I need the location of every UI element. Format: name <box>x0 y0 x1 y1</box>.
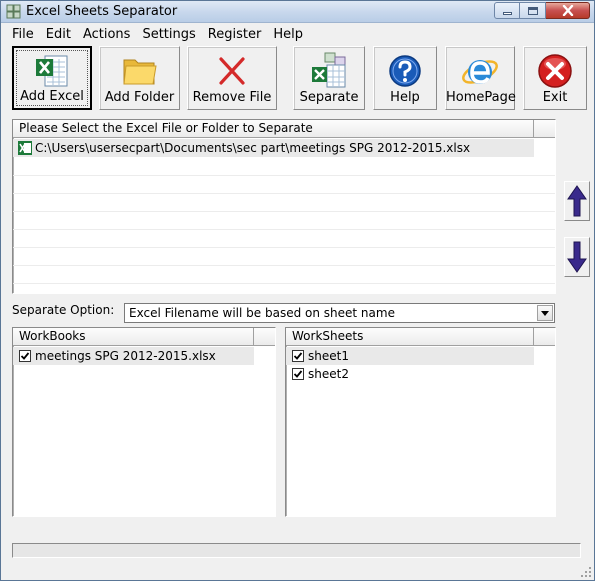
checkmark-icon <box>293 370 303 378</box>
checkmark-icon <box>20 352 30 360</box>
checkmark-icon <box>293 352 303 360</box>
exit-button[interactable]: Exit <box>523 46 587 110</box>
separate-option-label: Separate Option: <box>12 303 115 317</box>
separate-label: Separate <box>299 90 359 105</box>
menu-edit[interactable]: Edit <box>40 24 77 45</box>
workbooks-list[interactable]: WorkBooks meetings SPG 2012-2015.xlsx <box>12 327 276 517</box>
menu-bar: File Edit Actions Settings Register Help <box>2 24 593 45</box>
menu-settings[interactable]: Settings <box>136 24 201 45</box>
move-down-button[interactable] <box>564 237 590 277</box>
menu-help[interactable]: Help <box>267 24 309 45</box>
minimize-icon <box>502 11 512 15</box>
move-up-button[interactable] <box>564 181 590 221</box>
workbooks-column-header[interactable]: WorkBooks <box>13 328 254 346</box>
separate-option-value: Excel Filename will be based on sheet na… <box>129 306 395 320</box>
help-icon <box>385 51 425 91</box>
worksheets-list[interactable]: WorkSheets sheet1 sheet2 <box>285 327 556 517</box>
title-bar[interactable]: Excel Sheets Separator <box>1 1 594 23</box>
file-list[interactable]: Please Select the Excel File or Folder t… <box>12 119 556 294</box>
menu-actions[interactable]: Actions <box>77 24 137 45</box>
resize-grip-icon[interactable] <box>580 566 592 578</box>
file-path: C:\Users\usersecpart\Documents\sec part\… <box>35 141 471 155</box>
menu-register[interactable]: Register <box>202 24 268 45</box>
menu-file[interactable]: File <box>6 24 40 45</box>
workbook-checkbox[interactable] <box>19 350 31 362</box>
remove-file-button[interactable]: Remove File <box>187 46 277 110</box>
file-list-column-header[interactable]: Please Select the Excel File or Folder t… <box>13 120 534 138</box>
browser-e-icon <box>460 51 500 91</box>
chevron-down-icon <box>541 310 549 316</box>
add-folder-button[interactable]: Add Folder <box>99 46 180 110</box>
worksheet-name: sheet2 <box>308 367 349 381</box>
app-window: Excel Sheets Separator File Edit Actions… <box>0 0 595 581</box>
file-list-column-blank <box>534 120 555 138</box>
window-title: Excel Sheets Separator <box>26 4 178 19</box>
worksheet-item[interactable]: sheet1 <box>286 347 534 365</box>
help-button[interactable]: Help <box>373 46 437 110</box>
worksheets-column-header[interactable]: WorkSheets <box>286 328 534 346</box>
homepage-label: HomePage <box>446 90 516 105</box>
add-excel-label: Add Excel <box>20 89 84 104</box>
maximize-button[interactable] <box>520 2 546 19</box>
worksheets-column-blank <box>534 328 555 346</box>
workbooks-header: WorkBooks <box>13 328 275 346</box>
exit-icon <box>535 51 575 91</box>
separate-button[interactable]: Separate <box>293 46 365 110</box>
exit-label: Exit <box>542 90 568 105</box>
add-folder-label: Add Folder <box>104 90 175 105</box>
folder-icon <box>120 51 160 91</box>
workbooks-column-blank <box>254 328 275 346</box>
arrow-down-icon <box>567 241 587 273</box>
add-excel-button[interactable]: Add Excel <box>12 46 92 110</box>
worksheet-checkbox[interactable] <box>292 350 304 362</box>
workbook-item[interactable]: meetings SPG 2012-2015.xlsx <box>13 347 254 365</box>
remove-x-icon <box>212 51 252 91</box>
homepage-button[interactable]: HomePage <box>445 46 516 110</box>
close-icon <box>562 5 573 16</box>
workbook-name: meetings SPG 2012-2015.xlsx <box>35 349 216 363</box>
minimize-button[interactable] <box>494 2 520 19</box>
app-icon <box>6 4 21 19</box>
worksheet-checkbox[interactable] <box>292 368 304 380</box>
remove-file-label: Remove File <box>192 90 272 105</box>
maximize-icon <box>527 6 538 15</box>
separate-sheets-icon <box>309 51 349 91</box>
worksheet-item[interactable]: sheet2 <box>286 365 534 383</box>
file-list-header: Please Select the Excel File or Folder t… <box>13 120 555 138</box>
dropdown-button[interactable] <box>537 305 553 321</box>
close-button[interactable] <box>546 2 590 19</box>
worksheet-name: sheet1 <box>308 349 349 363</box>
file-list-item[interactable]: C:\Users\usersecpart\Documents\sec part\… <box>13 139 534 157</box>
separate-option-select[interactable]: Excel Filename will be based on sheet na… <box>124 303 555 323</box>
worksheets-header: WorkSheets <box>286 328 555 346</box>
arrow-up-icon <box>567 185 587 217</box>
progress-bar <box>12 543 581 558</box>
help-label: Help <box>390 90 420 105</box>
excel-file-icon <box>18 141 32 160</box>
